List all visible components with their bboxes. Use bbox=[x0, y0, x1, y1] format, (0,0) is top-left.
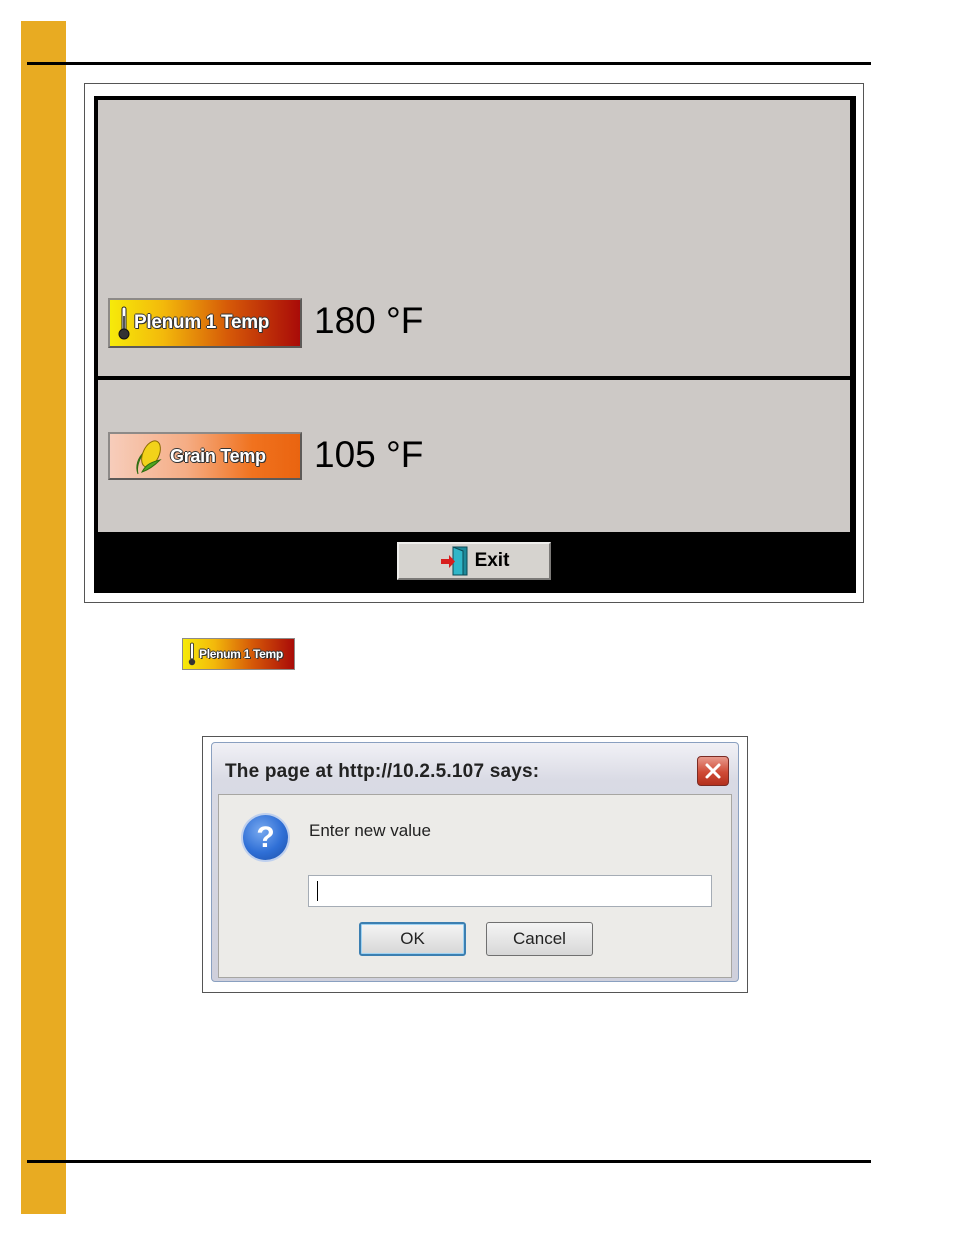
grain-temp-value: 105 °F bbox=[314, 434, 424, 475]
value-input[interactable] bbox=[308, 875, 712, 907]
inline-plenum-temp-label: Plenum 1 Temp bbox=[199, 647, 283, 661]
plenum-temp-button[interactable]: Plenum 1 Temp bbox=[108, 298, 302, 348]
exit-door-icon bbox=[439, 545, 471, 577]
text-caret bbox=[317, 881, 318, 901]
ok-button[interactable]: OK bbox=[359, 922, 466, 956]
close-button[interactable] bbox=[697, 756, 729, 786]
dialog-title: The page at http://10.2.5.107 says: bbox=[225, 761, 540, 782]
footer-rule bbox=[27, 1160, 871, 1163]
grain-section: Grain Temp 105 °F bbox=[98, 380, 850, 532]
inline-plenum-temp-button: Plenum 1 Temp bbox=[182, 638, 295, 670]
dialog-screenshot-frame: The page at http://10.2.5.107 says: ? En… bbox=[202, 736, 748, 993]
close-icon bbox=[704, 762, 722, 780]
dialog-message: Enter new value bbox=[309, 821, 431, 840]
exit-button[interactable]: Exit bbox=[397, 542, 551, 580]
prompt-dialog: The page at http://10.2.5.107 says: ? En… bbox=[211, 742, 739, 982]
dialog-body: ? Enter new value OK Cancel bbox=[218, 794, 732, 978]
plenum-temp-value: 180 °F bbox=[314, 300, 424, 341]
plenum-section: Plenum 1 Temp 180 °F bbox=[98, 100, 850, 376]
grain-temp-label: Grain Temp bbox=[170, 445, 266, 466]
cancel-button[interactable]: Cancel bbox=[486, 922, 593, 956]
grain-temp-button[interactable]: Grain Temp bbox=[108, 432, 302, 480]
plenum-temp-label: Plenum 1 Temp bbox=[134, 312, 270, 333]
exit-label: Exit bbox=[474, 550, 510, 571]
question-icon: ? bbox=[243, 815, 288, 860]
corn-icon bbox=[132, 436, 166, 476]
side-accent-bar bbox=[21, 21, 66, 1214]
header-rule bbox=[27, 62, 871, 65]
controller-panel: Plenum 1 Temp 180 °F Grain Temp 105 °F E… bbox=[94, 96, 856, 593]
thermometer-icon bbox=[118, 306, 130, 340]
thermometer-icon bbox=[188, 642, 196, 666]
